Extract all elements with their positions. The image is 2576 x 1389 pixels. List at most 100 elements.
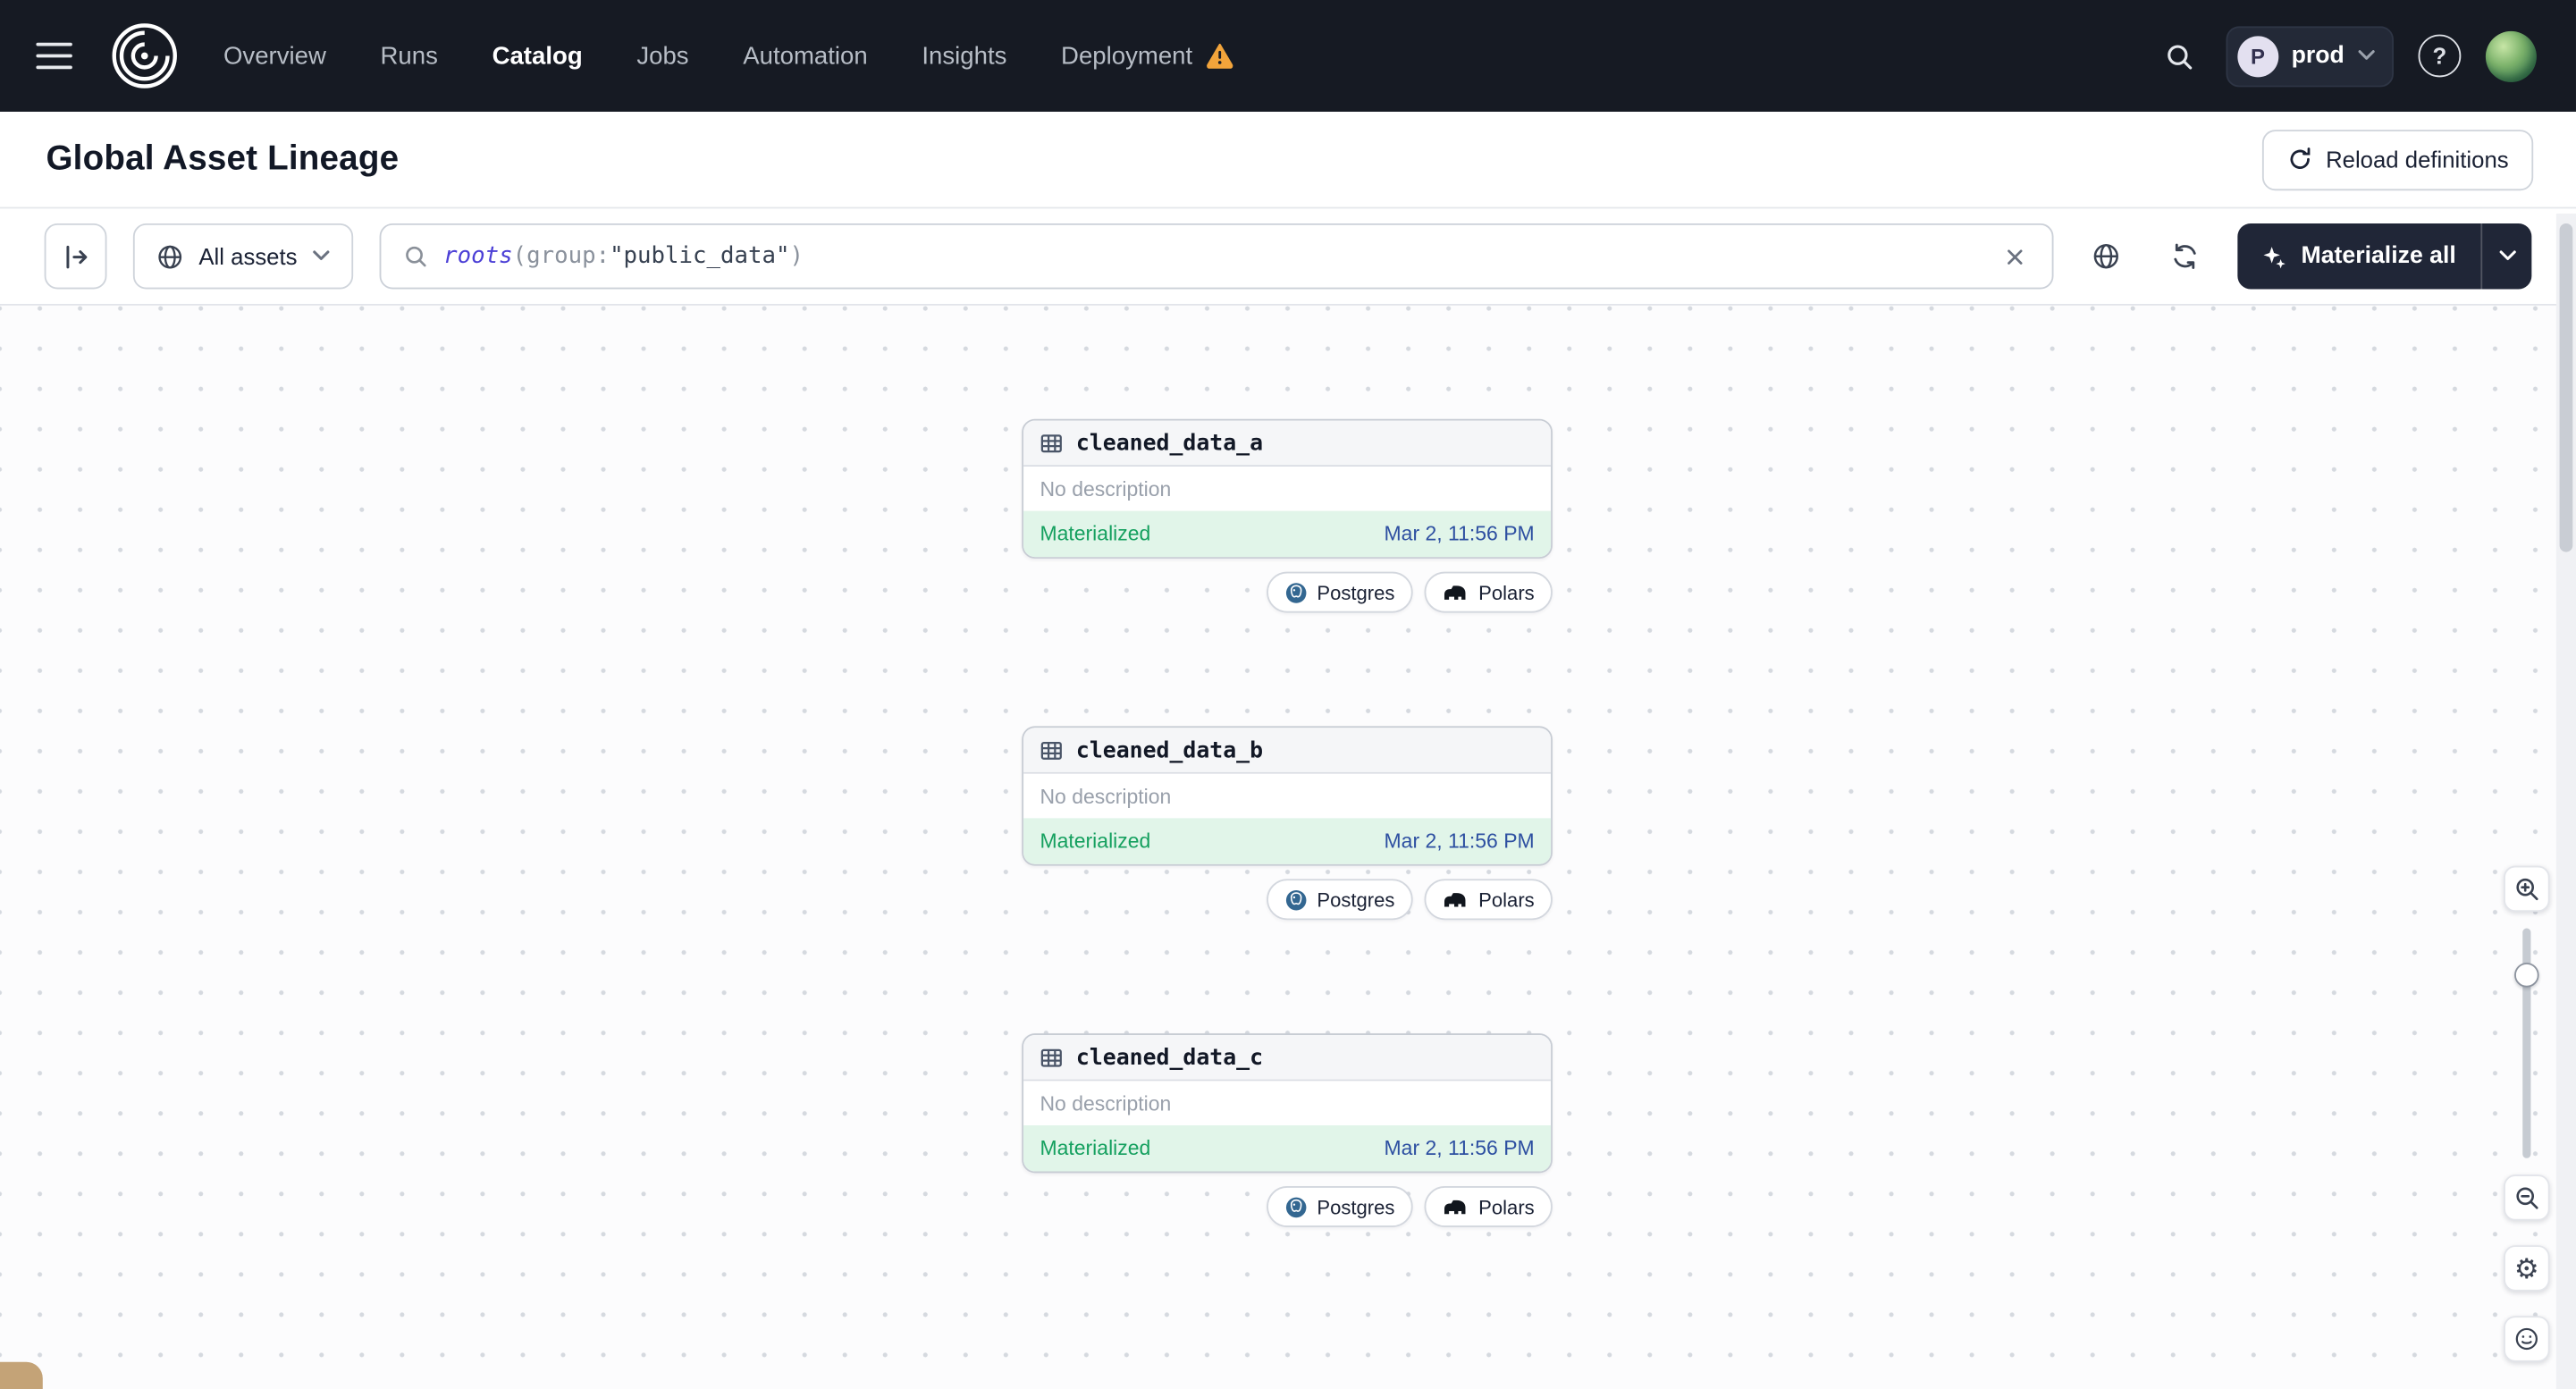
dagster-logo-icon[interactable] [108, 20, 181, 92]
zoom-toolbar: ⚙ [2504, 865, 2550, 1362]
top-nav: Overview Runs Catalog Jobs Automation In… [0, 0, 2576, 112]
scrollbar[interactable] [2555, 213, 2576, 1389]
query-key: group: [526, 243, 610, 270]
nav-item-catalog[interactable]: Catalog [492, 42, 583, 70]
tag-postgres[interactable]: Postgres [1266, 879, 1413, 921]
query-function: roots [443, 243, 513, 270]
search-icon [405, 246, 426, 267]
chevron-down-icon [2358, 50, 2375, 61]
materialized-badge: Materialized [1040, 522, 1151, 546]
nav-right-cluster: P prod ? [2157, 25, 2537, 87]
materialized-timestamp[interactable]: Mar 2, 11:56 PM [1385, 522, 1535, 545]
hamburger-menu-icon[interactable] [36, 35, 79, 78]
postgres-icon [1285, 889, 1306, 910]
chevron-down-icon [2498, 250, 2515, 261]
refresh-icon [2173, 243, 2196, 269]
tag-label: Postgres [1317, 888, 1395, 912]
page-header: Global Asset Lineage Reload definitions [0, 111, 2576, 209]
deployment-switcher[interactable]: P prod [2226, 25, 2394, 87]
nav-item-overview[interactable]: Overview [223, 42, 326, 70]
asset-description: No description [1040, 476, 1172, 501]
asset-description: No description [1040, 1091, 1172, 1115]
materialized-timestamp[interactable]: Mar 2, 11:56 PM [1385, 829, 1535, 853]
asset-selection-input[interactable]: roots(group:"public_data") [379, 223, 2053, 290]
asset-status-row: Materialized Mar 2, 11:56 PM [1023, 1125, 1552, 1172]
open-panel-button[interactable] [44, 223, 107, 290]
asset-name: cleaned_data_a [1075, 429, 1264, 457]
tag-label: Polars [1478, 580, 1535, 604]
materialize-split-button: Materialize all [2236, 223, 2532, 290]
asset-status-row: Materialized Mar 2, 11:56 PM [1023, 510, 1552, 558]
lineage-canvas[interactable]: cleaned_data_a No description Materializ… [0, 305, 2576, 1389]
chevron-down-icon [313, 250, 330, 261]
help-button[interactable]: ? [2418, 34, 2462, 78]
reload-icon [2289, 147, 2310, 169]
user-avatar[interactable] [2485, 30, 2537, 81]
close-icon [2007, 248, 2022, 264]
refresh-button[interactable] [2159, 227, 2211, 286]
materialized-badge: Materialized [1040, 829, 1151, 853]
asset-node[interactable]: cleaned_data_b No description Materializ… [1022, 726, 1553, 866]
tag-postgres[interactable]: Postgres [1266, 571, 1413, 613]
tag-polars[interactable]: Polars [1424, 879, 1553, 921]
materialize-all-label: Materialize all [2301, 243, 2456, 270]
asset-name: cleaned_data_b [1075, 737, 1264, 763]
nav-item-automation[interactable]: Automation [743, 42, 867, 70]
table-icon [1040, 434, 1062, 452]
nav-item-jobs[interactable]: Jobs [636, 42, 688, 70]
table-icon [1040, 741, 1062, 760]
zoom-slider-thumb[interactable] [2514, 963, 2539, 988]
asset-status-row: Materialized Mar 2, 11:56 PM [1023, 818, 1552, 864]
nav-item-deployment[interactable]: Deployment [1061, 42, 1192, 70]
reload-definitions-button[interactable]: Reload definitions [2261, 129, 2534, 190]
scrollbar-thumb[interactable] [2559, 223, 2573, 552]
asset-scope-select[interactable]: All assets [132, 223, 354, 290]
asset-name: cleaned_data_c [1075, 1044, 1264, 1071]
gear-icon: ⚙ [2513, 1252, 2539, 1284]
postgres-icon [1285, 1196, 1306, 1217]
nav-item-runs[interactable]: Runs [381, 42, 438, 70]
materialized-timestamp[interactable]: Mar 2, 11:56 PM [1385, 1137, 1535, 1160]
tag-polars[interactable]: Polars [1424, 1186, 1553, 1227]
graph-settings-button[interactable]: ⚙ [2504, 1245, 2550, 1292]
search-button[interactable] [2157, 34, 2201, 79]
deployment-badge: P [2236, 35, 2278, 77]
asset-tag-row: Postgres Polars [1022, 879, 1553, 921]
asset-scope-label: All assets [198, 243, 298, 270]
search-icon [2167, 44, 2192, 69]
polars-icon [1444, 585, 1466, 600]
asset-description: No description [1040, 784, 1172, 808]
lineage-toolbar: All assets roots(group:"public_data") Ma… [0, 208, 2576, 306]
table-icon [1040, 1048, 1062, 1066]
reload-definitions-label: Reload definitions [2326, 146, 2509, 173]
asset-selection-query: roots(group:"public_data") [443, 243, 1984, 269]
deployment-name: prod [2291, 42, 2344, 70]
tag-label: Postgres [1317, 580, 1395, 604]
materialize-all-button[interactable]: Materialize all [2237, 223, 2481, 290]
app-window: Overview Runs Catalog Jobs Automation In… [0, 0, 2576, 1389]
clear-query-button[interactable] [1999, 240, 2030, 272]
sparkle-icon [2262, 246, 2286, 268]
query-paren-open: ( [512, 243, 527, 270]
query-string: "public_data" [610, 243, 790, 270]
asset-node[interactable]: cleaned_data_a No description Materializ… [1022, 418, 1553, 559]
globe-icon [158, 244, 182, 268]
zoom-in-button[interactable] [2504, 865, 2550, 913]
tag-label: Postgres [1317, 1195, 1395, 1218]
feedback-button[interactable] [2504, 1316, 2550, 1362]
asset-tag-row: Postgres Polars [1022, 1186, 1553, 1227]
help-icon: ? [2432, 42, 2447, 70]
polars-icon [1444, 1200, 1466, 1215]
warning-icon [1206, 44, 1233, 69]
zoom-out-icon [2516, 1187, 2538, 1209]
zoom-slider[interactable] [2504, 928, 2549, 1158]
query-paren-close: ) [789, 243, 804, 270]
tag-polars[interactable]: Polars [1424, 571, 1553, 613]
tag-postgres[interactable]: Postgres [1266, 1186, 1413, 1227]
graph-scope-button[interactable] [2079, 227, 2132, 286]
asset-node[interactable]: cleaned_data_c No description Materializ… [1022, 1033, 1553, 1174]
materialize-options-button[interactable] [2480, 223, 2531, 290]
minimap-corner [0, 1360, 43, 1389]
nav-item-insights[interactable]: Insights [922, 42, 1006, 70]
zoom-out-button[interactable] [2504, 1174, 2550, 1221]
